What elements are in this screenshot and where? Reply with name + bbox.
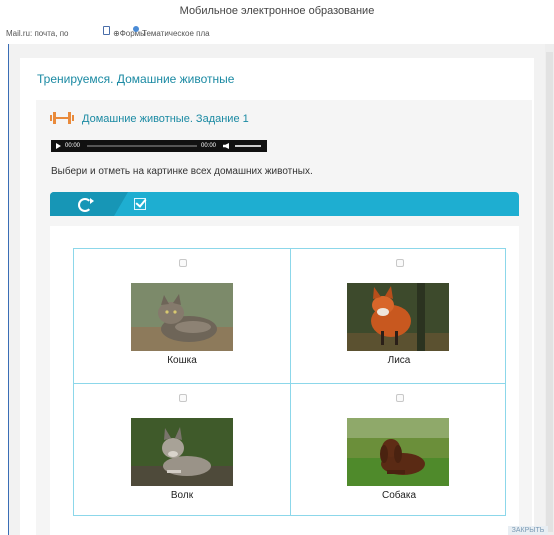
cat-image [131,283,233,351]
audio-player: 00:00 00:00 [51,140,267,152]
page-title: Тренируемся. Домашние животные [37,72,235,86]
clipboard-icon [103,26,110,35]
audio-current-time: 00:00 [65,143,81,149]
check-icon[interactable] [134,198,146,210]
answer-label: Волк [170,490,194,501]
audio-progress-bar[interactable] [87,145,197,147]
audio-duration: 00:00 [201,143,217,149]
scroll-thumb[interactable] [546,52,553,532]
task-instruction: Выбери и отметь на картинке всех домашни… [51,166,313,177]
answer-checkbox[interactable] [179,259,187,267]
fox-image [347,283,449,351]
page-scrollbar[interactable] [545,44,554,535]
globe-icon [133,26,139,32]
answer-label: Кошка [167,355,197,366]
volume-icon[interactable] [223,143,229,149]
answer-cell-dog[interactable]: Собака [291,384,507,518]
answer-grid: Кошка Лиса Волк Собака [73,248,506,516]
dumbbell-icon [50,112,74,124]
window-title: Мобильное электронное образование [179,5,375,17]
dog-image [347,418,449,486]
task-title: Домашние животные. Задание 1 [82,113,249,125]
bookmark-plan[interactable]: Тематическое пла [133,26,210,42]
close-button[interactable]: ЗАКРЫТЬ [508,526,548,535]
play-icon[interactable] [56,143,61,149]
answer-checkbox[interactable] [396,394,404,402]
answer-checkbox[interactable] [179,394,187,402]
refresh-icon[interactable] [78,198,94,212]
volume-slider[interactable] [235,145,261,147]
answer-label: Лиса [387,355,411,366]
answer-cell-fox[interactable]: Лиса [291,249,507,383]
answer-cell-cat[interactable]: Кошка [74,249,290,383]
bookmarks-bar: Mail.ru: почта, по ⊕ Формы Тематическое … [0,26,554,42]
answer-cell-wolf[interactable]: Волк [74,384,290,518]
answer-label: Собака [382,490,416,501]
bookmark-mail[interactable]: Mail.ru: почта, по [6,26,68,42]
task-header: Домашние животные. Задание 1 [50,111,249,127]
task-toolbar [50,192,519,216]
wolf-image [131,418,233,486]
answer-checkbox[interactable] [396,259,404,267]
